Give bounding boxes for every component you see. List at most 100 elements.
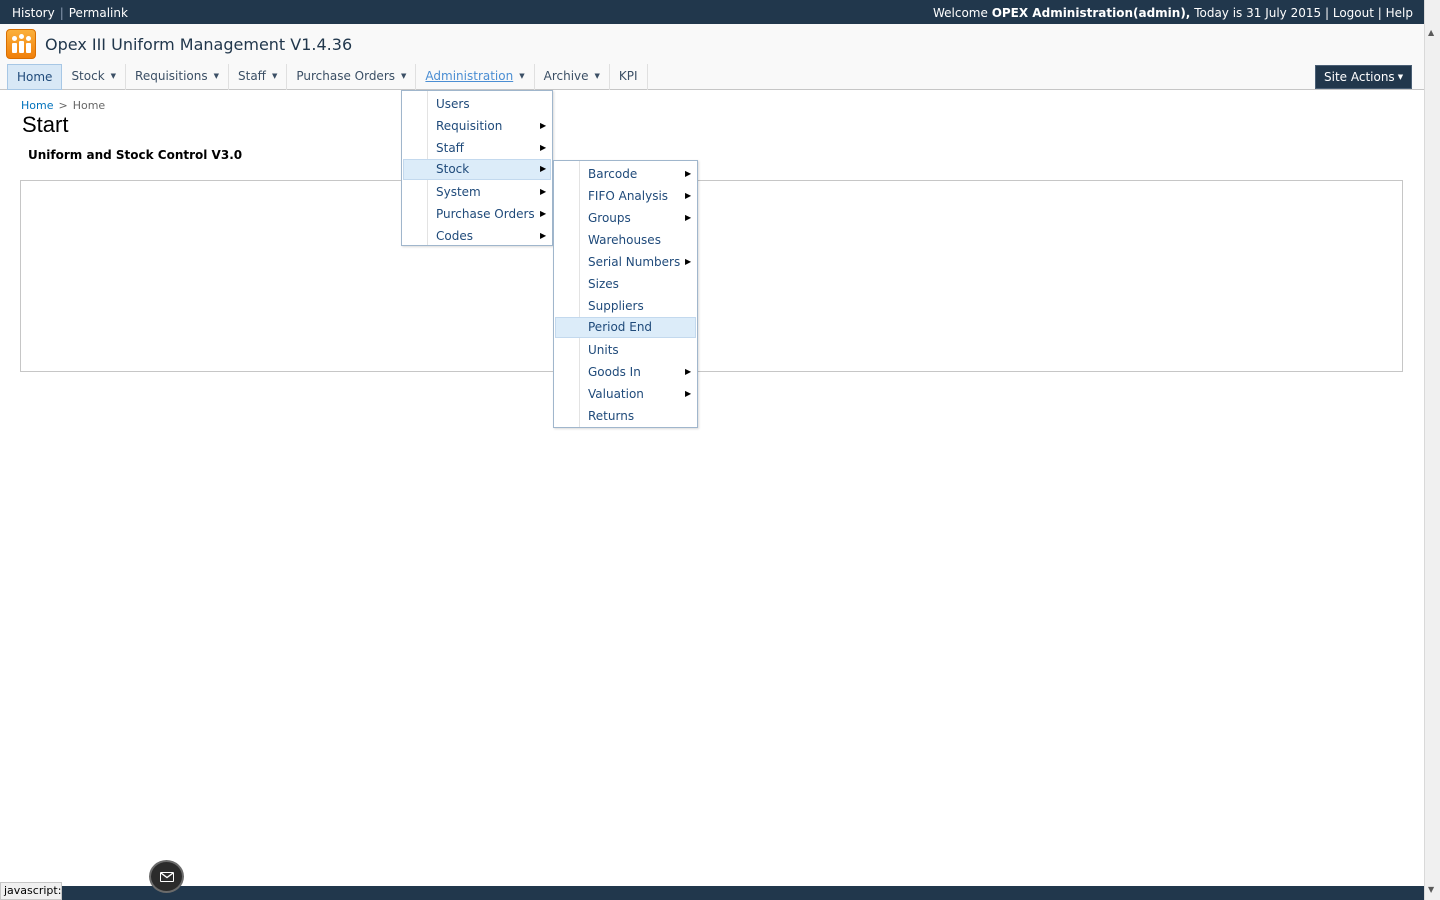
submenu-arrow-icon: ▶ <box>540 143 547 152</box>
submenu-arrow-icon: ▶ <box>540 231 547 240</box>
menu-item-label: Staff <box>436 141 464 155</box>
nav-item-administration[interactable]: Administration ▼ <box>416 64 535 90</box>
nav-label: Administration <box>425 69 514 83</box>
top-links: History | Permalink <box>12 6 128 20</box>
page-subtitle: Uniform and Stock Control V3.0 <box>28 148 243 162</box>
dropdown-arrow-icon: ▼ <box>594 72 600 80</box>
nav-label: Stock <box>71 69 105 83</box>
stock-menu-item-period-end[interactable]: Period End <box>555 317 696 338</box>
nav-label: Home <box>17 70 53 84</box>
submenu-arrow-icon: ▶ <box>540 121 547 130</box>
stock-menu-item-units[interactable]: Units <box>555 340 696 360</box>
stock-menu-item-barcode[interactable]: Barcode ▶ <box>555 164 696 184</box>
content-panel <box>20 180 1403 372</box>
menu-item-label: Serial Numbers <box>588 255 681 269</box>
admin-menu-item-users[interactable]: Users <box>403 94 551 114</box>
logout-link[interactable]: Logout <box>1333 6 1374 20</box>
admin-menu-item-stock[interactable]: Stock ▶ <box>403 159 551 180</box>
dropdown-arrow-icon: ▼ <box>519 72 525 80</box>
breadcrumb: Home > Home <box>21 99 105 112</box>
stock-menu-item-fifo-analysis[interactable]: FIFO Analysis ▶ <box>555 186 696 206</box>
title-bar: Opex III Uniform Management V1.4.36 <box>0 24 1424 64</box>
nav-item-staff[interactable]: Staff ▼ <box>229 64 288 90</box>
site-actions-button[interactable]: Site Actions ▼ <box>1315 65 1412 89</box>
date-text: Today is 31 July 2015 <box>1194 6 1322 20</box>
mail-button[interactable] <box>149 860 184 893</box>
menu-item-label: Stock <box>436 162 470 176</box>
separator: | <box>1377 6 1382 20</box>
breadcrumb-home-link[interactable]: Home <box>21 99 53 112</box>
stock-menu-item-valuation[interactable]: Valuation ▶ <box>555 384 696 404</box>
menu-item-label: Requisition <box>436 119 503 133</box>
welcome-label: Welcome <box>932 6 988 20</box>
menu-item-label: FIFO Analysis <box>588 189 669 203</box>
separator: | <box>59 6 64 20</box>
dropdown-arrow-icon: ▼ <box>271 72 278 80</box>
admin-menu-item-purchase-orders[interactable]: Purchase Orders ▶ <box>403 204 551 224</box>
menu-item-label: Suppliers <box>588 299 644 313</box>
site-title[interactable]: Opex III Uniform Management V1.4.36 <box>45 35 352 54</box>
menu-item-label: Groups <box>588 211 631 225</box>
menu-item-label: Warehouses <box>588 233 661 247</box>
nav-item-purchase-orders[interactable]: Purchase Orders ▼ <box>287 64 417 90</box>
history-link[interactable]: History <box>12 6 55 20</box>
submenu-arrow-icon: ▶ <box>685 213 692 222</box>
menu-item-label: Units <box>588 343 619 357</box>
breadcrumb-separator: > <box>58 99 68 112</box>
nav-label: Archive <box>543 69 589 83</box>
dropdown-arrow-icon: ▼ <box>213 72 219 80</box>
submenu-arrow-icon: ▶ <box>685 367 692 376</box>
nav-item-kpi[interactable]: KPI <box>610 64 648 90</box>
scroll-down-icon[interactable]: ▼ <box>1428 885 1434 894</box>
nav-label: Staff <box>238 69 266 83</box>
permalink-link[interactable]: Permalink <box>69 6 128 20</box>
people-icon[interactable] <box>6 29 36 59</box>
nav-item-stock[interactable]: Stock ▼ <box>62 64 127 90</box>
nav-label: Purchase Orders <box>296 69 396 83</box>
stock-menu-item-warehouses[interactable]: Warehouses <box>555 230 696 250</box>
vertical-scrollbar[interactable]: ▲ ▼ <box>1424 0 1440 900</box>
stock-menu-item-suppliers[interactable]: Suppliers <box>555 296 696 316</box>
dropdown-arrow-icon: ▼ <box>401 72 407 80</box>
submenu-arrow-icon: ▶ <box>540 209 547 218</box>
user-name: OPEX Administration(admin), <box>991 6 1191 20</box>
submenu-arrow-icon: ▶ <box>685 169 692 178</box>
page-title: Start <box>22 112 69 137</box>
submenu-arrow-icon: ▶ <box>540 164 547 173</box>
menu-item-label: Goods In <box>588 365 641 379</box>
nav-item-home[interactable]: Home <box>7 64 63 90</box>
nav-item-requisitions[interactable]: Requisitions ▼ <box>126 64 229 90</box>
dropdown-arrow-icon: ▼ <box>1397 73 1404 81</box>
nav-label: Requisitions <box>135 69 208 83</box>
stock-menu-item-sizes[interactable]: Sizes <box>555 274 696 294</box>
stock-submenu: Barcode ▶ FIFO Analysis ▶ Groups ▶ Warehous… <box>553 160 698 428</box>
nav-item-archive[interactable]: Archive ▼ <box>535 64 610 90</box>
separator: | <box>1324 6 1330 20</box>
menu-item-label: Users <box>436 97 470 111</box>
menu-item-label: Sizes <box>588 277 619 291</box>
stock-menu-item-serial-numbers[interactable]: Serial Numbers ▶ <box>555 252 696 272</box>
submenu-arrow-icon: ▶ <box>685 191 692 200</box>
admin-menu-item-system[interactable]: System ▶ <box>403 182 551 202</box>
site-actions-label: Site Actions <box>1324 70 1395 84</box>
bottom-bar <box>62 886 1424 900</box>
admin-menu-item-staff[interactable]: Staff ▶ <box>403 138 551 158</box>
scroll-up-icon[interactable]: ▲ <box>1428 28 1434 37</box>
stock-menu-item-groups[interactable]: Groups ▶ <box>555 208 696 228</box>
menu-item-label: Returns <box>588 409 635 423</box>
nav-menu: Home Stock ▼ Requisitions ▼ Staff ▼ Purchas… <box>7 64 648 90</box>
nav-label: KPI <box>618 69 638 83</box>
stock-menu-item-returns[interactable]: Returns <box>555 406 696 426</box>
admin-menu-item-requisition[interactable]: Requisition ▶ <box>403 116 551 136</box>
help-link[interactable]: Help <box>1386 6 1413 20</box>
menu-item-label: Valuation <box>588 387 644 401</box>
top-navigation: Home Stock ▼ Requisitions ▼ Staff ▼ Purchas… <box>0 64 1424 90</box>
stock-menu-item-goods-in[interactable]: Goods In ▶ <box>555 362 696 382</box>
menu-item-label: Period End <box>588 320 653 334</box>
menu-item-label: Codes <box>436 229 473 243</box>
admin-menu-item-codes[interactable]: Codes ▶ <box>403 226 551 246</box>
menu-item-label: System <box>436 185 481 199</box>
menu-item-label: Purchase Orders <box>436 207 535 221</box>
status-bar: javascript: <box>0 882 62 900</box>
breadcrumb-current: Home <box>72 99 106 112</box>
